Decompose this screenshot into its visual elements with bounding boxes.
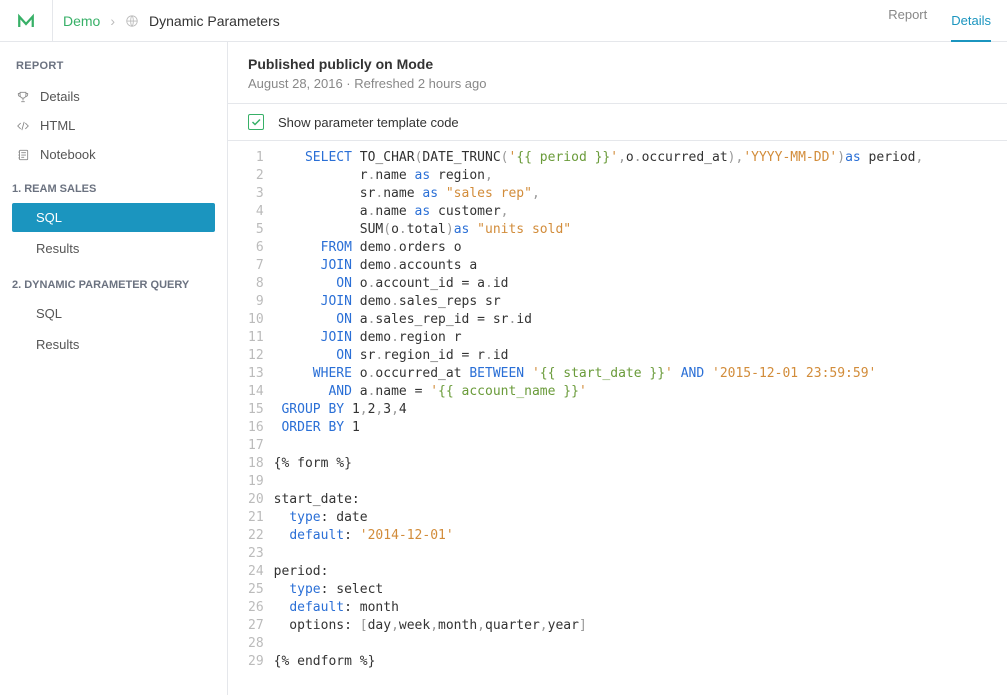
sidebar: REPORT Details HTML Notebook 1. REAM SAL… xyxy=(0,42,228,695)
globe-icon xyxy=(125,14,139,28)
main: REPORT Details HTML Notebook 1. REAM SAL… xyxy=(0,42,1007,695)
tab-details[interactable]: Details xyxy=(951,13,991,42)
sidebar-item-details[interactable]: Details xyxy=(0,82,227,111)
sidebar-item-label: Notebook xyxy=(40,147,96,162)
published-title: Published publicly on Mode xyxy=(248,56,987,72)
checkbox-label: Show parameter template code xyxy=(278,115,459,130)
content: Published publicly on Mode August 28, 20… xyxy=(228,42,1007,695)
section-title-2: 2. DYNAMIC PARAMETER QUERY xyxy=(0,265,227,297)
tab-report[interactable]: Report xyxy=(888,7,927,34)
sidebar-item-html[interactable]: HTML xyxy=(0,111,227,140)
sidebar-item-label: HTML xyxy=(40,118,75,133)
sub-item-sql-1[interactable]: SQL xyxy=(12,203,215,232)
notebook-icon xyxy=(16,148,30,162)
checkbox-row: Show parameter template code xyxy=(228,103,1007,141)
logo-icon[interactable] xyxy=(16,11,36,31)
sidebar-item-notebook[interactable]: Notebook xyxy=(0,140,227,169)
topbar-tabs: Report Details xyxy=(888,7,991,34)
breadcrumb-root[interactable]: Demo xyxy=(63,13,100,29)
sub-item-results-2[interactable]: Results xyxy=(12,330,215,359)
section-title-1: 1. REAM SALES xyxy=(0,169,227,201)
code-icon xyxy=(16,119,30,133)
code-lines: SELECT TO_CHAR(DATE_TRUNC('{{ period }}'… xyxy=(274,149,1007,687)
divider xyxy=(52,0,53,42)
sub-item-sql-2[interactable]: SQL xyxy=(12,299,215,328)
trophy-icon xyxy=(16,90,30,104)
page-title: Dynamic Parameters xyxy=(149,13,280,29)
sidebar-item-label: Details xyxy=(40,89,80,104)
chevron-right-icon: › xyxy=(110,13,115,29)
published-subtitle: August 28, 2016 · Refreshed 2 hours ago xyxy=(248,76,987,91)
topbar-left: Demo › Dynamic Parameters xyxy=(16,0,280,42)
content-header: Published publicly on Mode August 28, 20… xyxy=(228,42,1007,103)
line-gutter: 1234567891011121314151617181920212223242… xyxy=(228,149,274,687)
sub-item-results-1[interactable]: Results xyxy=(12,234,215,263)
show-template-checkbox[interactable] xyxy=(248,114,264,130)
topbar: Demo › Dynamic Parameters Report Details xyxy=(0,0,1007,42)
sidebar-header: REPORT xyxy=(0,54,227,82)
code-editor[interactable]: 1234567891011121314151617181920212223242… xyxy=(228,141,1007,695)
